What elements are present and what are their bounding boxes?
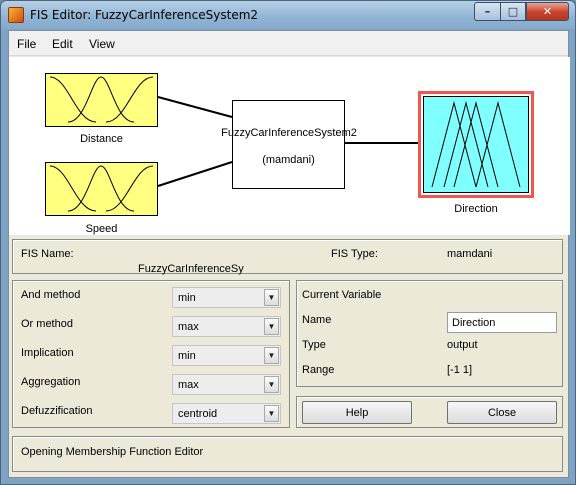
or-method-label: Or method [21,318,73,330]
title-bar[interactable]: FIS Editor: FuzzyCarInferenceSystem2 – □… [1,1,575,29]
minimize-button[interactable]: – [474,2,500,21]
menu-file[interactable]: File [17,37,36,51]
variable-name-field[interactable]: Direction [447,312,557,333]
status-text: Opening Membership Function Editor [21,446,204,458]
aggregation-label: Aggregation [21,376,81,388]
fis-type-value: mamdani [447,248,493,260]
close-window-button[interactable]: ✕ [526,2,569,21]
and-method-select[interactable]: min ▼ [172,287,281,308]
or-method-value: max [178,321,199,333]
variable-type-value: output [447,339,478,351]
fis-diagram: Distance Speed FuzzyCarInferenceSystem2 … [9,57,570,235]
input-distance-block[interactable] [45,73,158,127]
window-title: FIS Editor: FuzzyCarInferenceSystem2 [30,8,259,22]
implication-select[interactable]: min ▼ [172,345,281,366]
output-direction-label: Direction [454,203,498,215]
maximize-icon: □ [507,5,519,18]
methods-panel: And method min ▼ Or method max ▼ Implica… [12,280,290,428]
chevron-down-icon[interactable]: ▼ [264,347,279,364]
chevron-down-icon[interactable]: ▼ [264,289,279,306]
matlab-app-icon [8,7,24,23]
buttons-panel: Help Close [296,396,563,428]
menu-edit[interactable]: Edit [52,37,73,51]
window-controls: – □ ✕ [474,2,569,21]
defuzzification-select[interactable]: centroid ▼ [172,403,281,424]
line-distance-to-system [157,96,233,118]
fis-type-label: FIS Type: [331,248,378,260]
current-variable-panel: Current Variable Name Direction Type out… [296,280,563,387]
fis-system-block[interactable] [232,100,345,189]
input-speed-label: Speed [85,223,118,235]
chevron-down-icon[interactable]: ▼ [264,405,279,422]
fis-name-value: FuzzyCarInferenceSy [138,263,244,275]
close-icon: ✕ [542,5,553,18]
status-panel: Opening Membership Function Editor [12,436,563,472]
input-speed-block[interactable] [45,162,158,216]
defuzzification-value: centroid [178,408,218,420]
implication-label: Implication [21,347,74,359]
line-speed-to-system [157,161,233,187]
and-method-value: min [178,292,196,304]
output-direction-block[interactable] [423,96,529,193]
speed-mf-curves [49,165,154,212]
fis-name-label: FIS Name: [21,248,74,260]
variable-name-label: Name [302,314,332,326]
input-distance-label: Distance [80,133,123,145]
variable-type-label: Type [302,339,326,351]
close-button[interactable]: Close [447,401,557,424]
and-method-label: And method [21,289,81,301]
chevron-down-icon[interactable]: ▼ [264,376,279,393]
aggregation-value: max [178,379,199,391]
menu-view[interactable]: View [89,37,115,51]
defuzzification-label: Defuzzification [21,405,93,417]
aggregation-select[interactable]: max ▼ [172,374,281,395]
menu-bar: File Edit View [9,31,568,56]
client-area: File Edit View Distance Speed FuzzyCarIn… [8,30,570,478]
fis-info-panel: FIS Name: FuzzyCarInferenceSy FIS Type: … [12,239,563,275]
help-button[interactable]: Help [302,401,412,424]
fis-system-type: (mamdani) [262,154,315,166]
fis-system-name: FuzzyCarInferenceSystem2 [221,127,357,139]
direction-mf-triangles [431,101,521,188]
fis-editor-window: FIS Editor: FuzzyCarInferenceSystem2 – □… [0,0,576,485]
implication-value: min [178,350,196,362]
minimize-icon: – [484,5,491,18]
variable-range-value: [-1 1] [447,364,473,376]
maximize-button[interactable]: □ [500,2,526,21]
distance-mf-curves [49,76,154,123]
chevron-down-icon[interactable]: ▼ [264,318,279,335]
variable-range-label: Range [302,364,335,376]
or-method-select[interactable]: max ▼ [172,316,281,337]
output-direction-selection[interactable] [418,91,534,198]
current-variable-title: Current Variable [302,289,382,301]
